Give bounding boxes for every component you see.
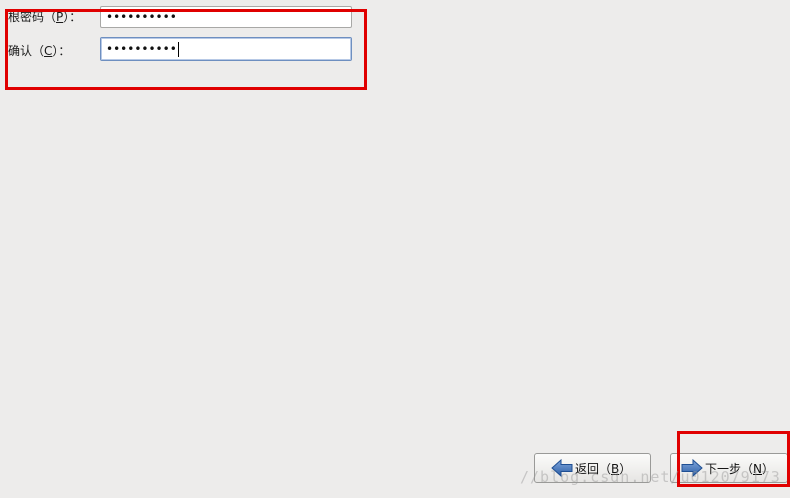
- password-highlight-box: [5, 9, 367, 90]
- back-button-label: 返回（B）: [575, 461, 632, 476]
- next-button-highlight-box: [677, 431, 790, 487]
- back-button[interactable]: 返回（B）: [534, 453, 651, 483]
- arrow-left-icon: [551, 459, 573, 477]
